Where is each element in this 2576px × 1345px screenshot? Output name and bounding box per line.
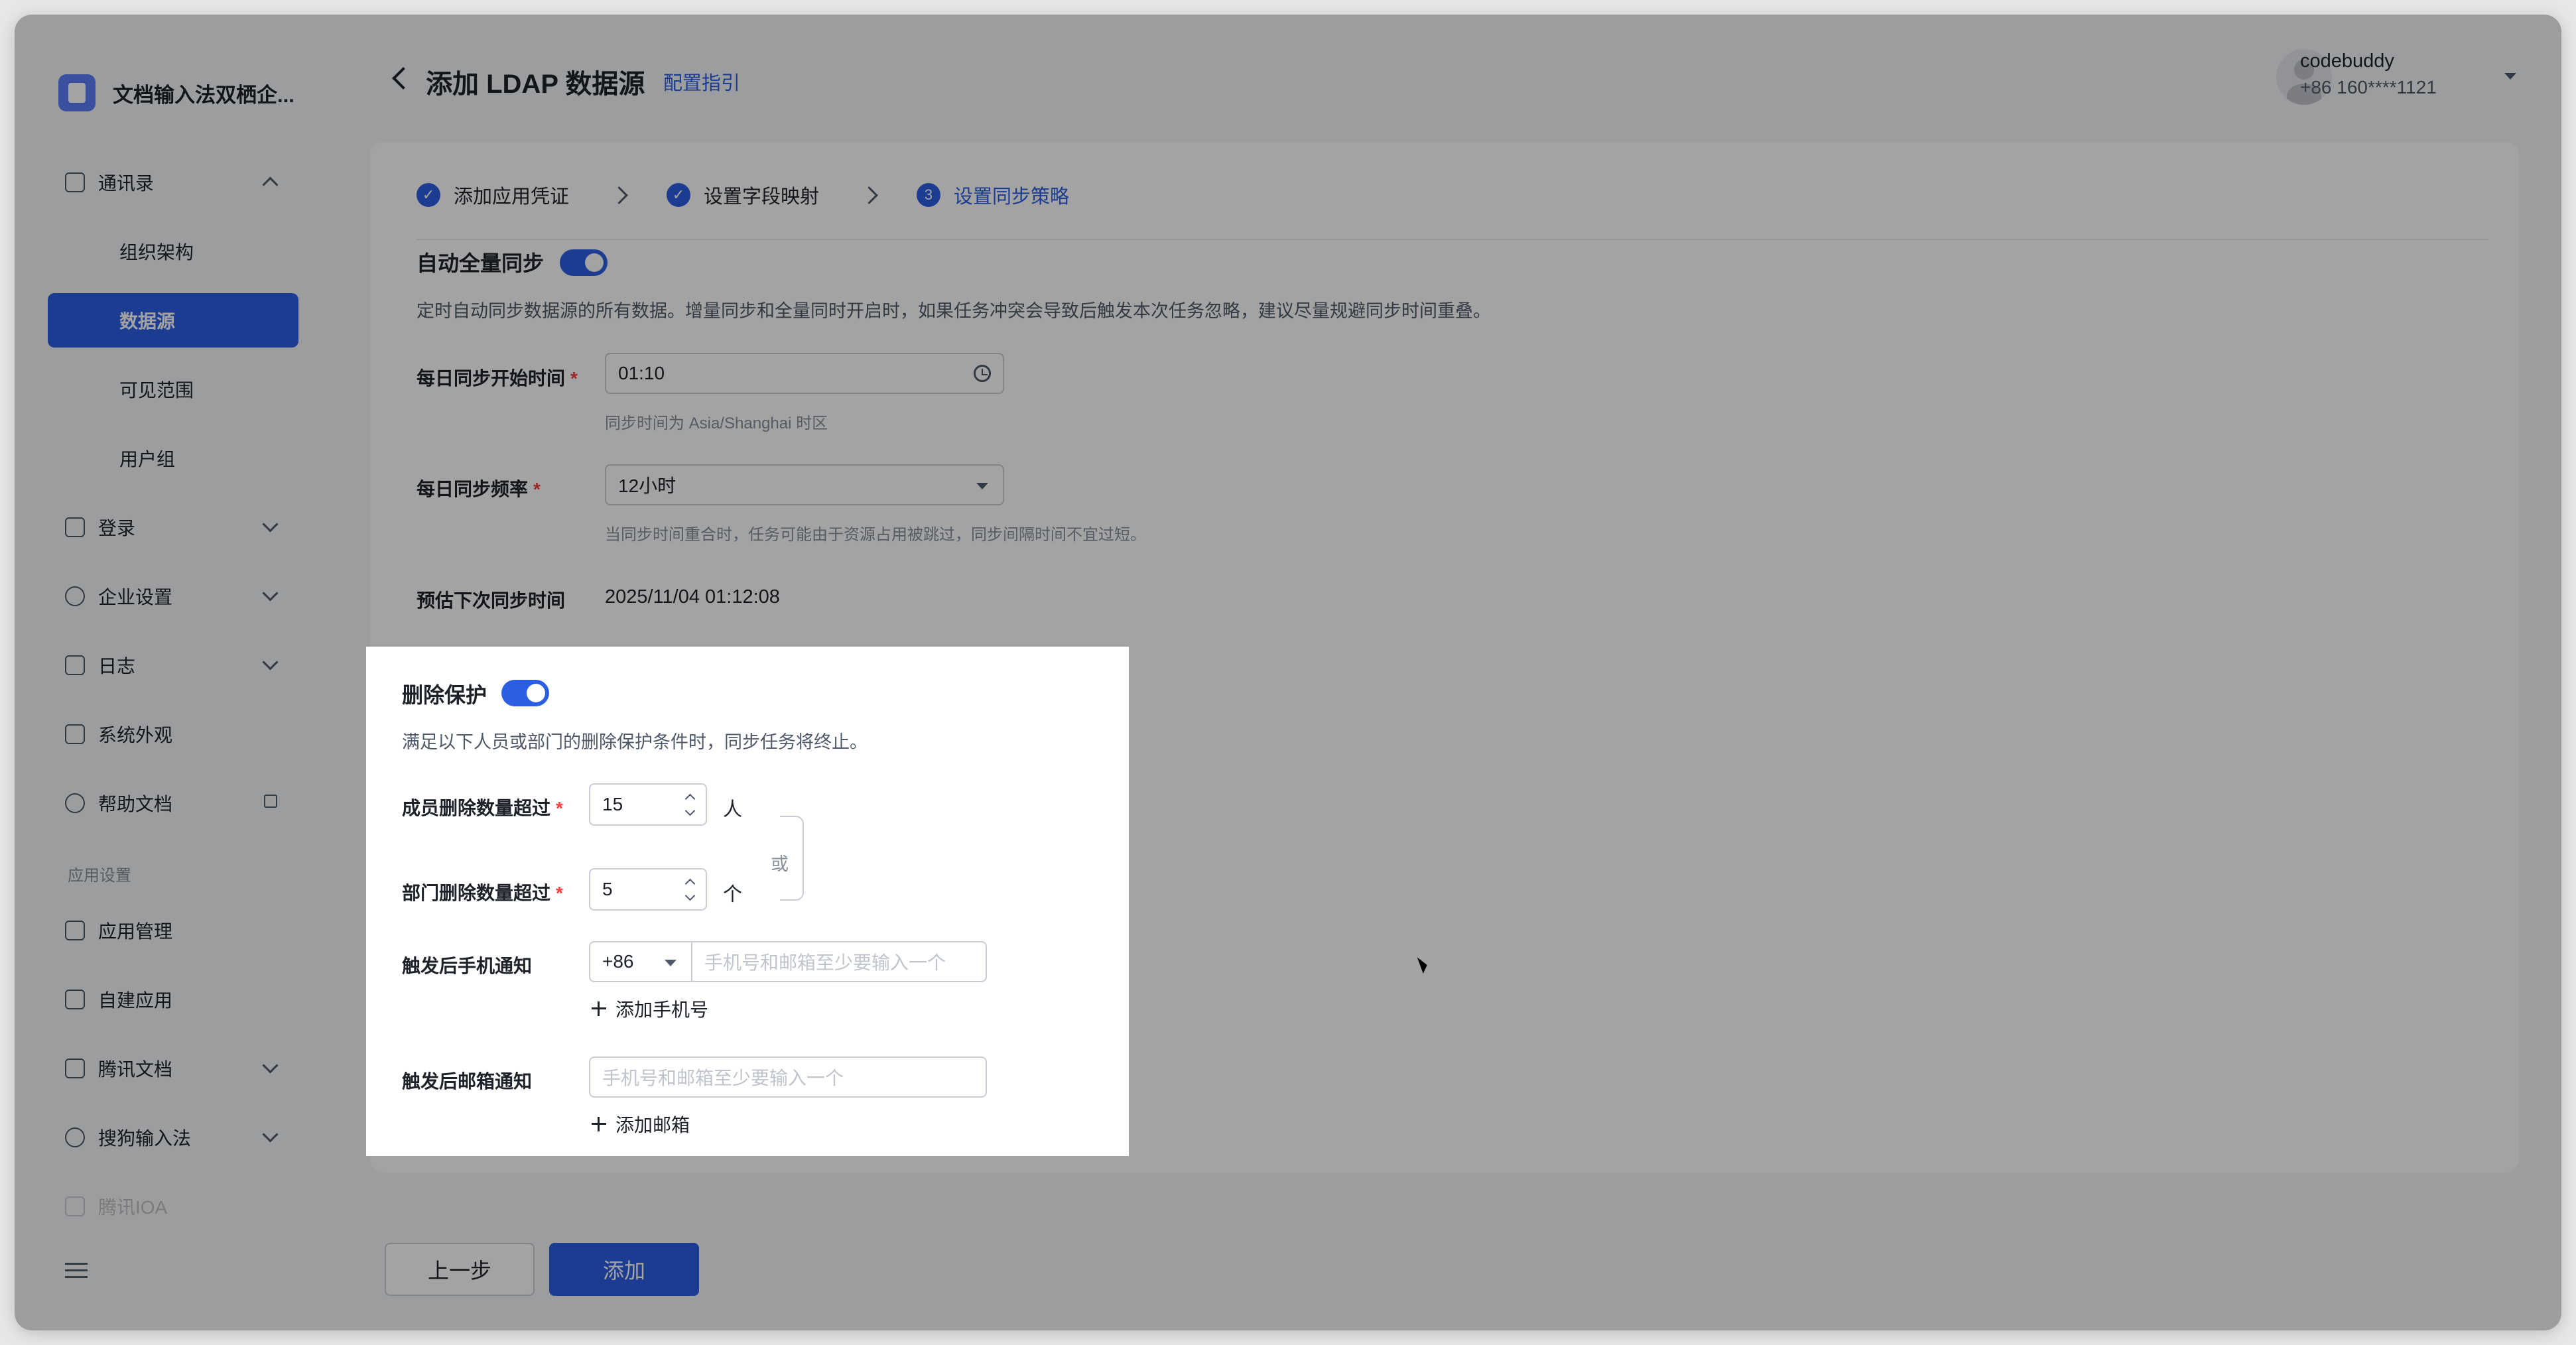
email-notify-label: 触发后邮箱通知 xyxy=(402,1071,533,1092)
phone-placeholder: 手机号和邮箱至少要输入一个 xyxy=(704,952,946,973)
plus-icon xyxy=(592,1117,606,1131)
delete-protection-toggle[interactable] xyxy=(501,680,549,706)
add-email-label: 添加邮箱 xyxy=(615,1115,690,1135)
member-delete-label: 成员删除数量超过 * xyxy=(402,798,563,818)
plus-icon xyxy=(592,1001,606,1016)
dept-delete-label: 部门删除数量超过 * xyxy=(402,883,563,903)
delete-protection-description: 满足以下人员或部门的删除保护条件时，同步任务将终止。 xyxy=(402,732,868,752)
dept-unit: 个 xyxy=(723,884,743,905)
country-code-value: +86 xyxy=(602,951,634,972)
phone-input[interactable]: 手机号和邮箱至少要输入一个 xyxy=(691,941,987,982)
member-delete-stepper[interactable]: 15 xyxy=(589,783,707,826)
delete-protection-title: 删除保护 xyxy=(402,683,487,707)
add-phone-button[interactable]: 添加手机号 xyxy=(592,995,708,1022)
dept-delete-stepper[interactable]: 5 xyxy=(589,868,707,911)
member-delete-value: 15 xyxy=(602,794,623,814)
stepper-arrows-icon[interactable] xyxy=(675,869,706,909)
app-window: 文档输入法双栖企... 通讯录 组织架构 数据源 可见范围 用户组 登录 企业设… xyxy=(15,15,2561,1330)
country-code-select[interactable]: +86 xyxy=(589,941,692,982)
stepper-arrows-icon[interactable] xyxy=(675,785,706,824)
add-email-button[interactable]: 添加邮箱 xyxy=(592,1111,690,1137)
email-input[interactable]: 手机号和邮箱至少要输入一个 xyxy=(589,1057,987,1098)
delete-protection-panel: 删除保护 满足以下人员或部门的删除保护条件时，同步任务将终止。 成员删除数量超过… xyxy=(366,647,1129,1156)
or-label: 或 xyxy=(767,850,793,875)
caret-down-icon xyxy=(665,960,676,966)
member-unit: 人 xyxy=(723,799,743,820)
add-phone-label: 添加手机号 xyxy=(615,999,709,1020)
email-placeholder: 手机号和邮箱至少要输入一个 xyxy=(602,1068,844,1088)
dept-delete-value: 5 xyxy=(602,879,613,899)
phone-notify-label: 触发后手机通知 xyxy=(402,956,533,976)
